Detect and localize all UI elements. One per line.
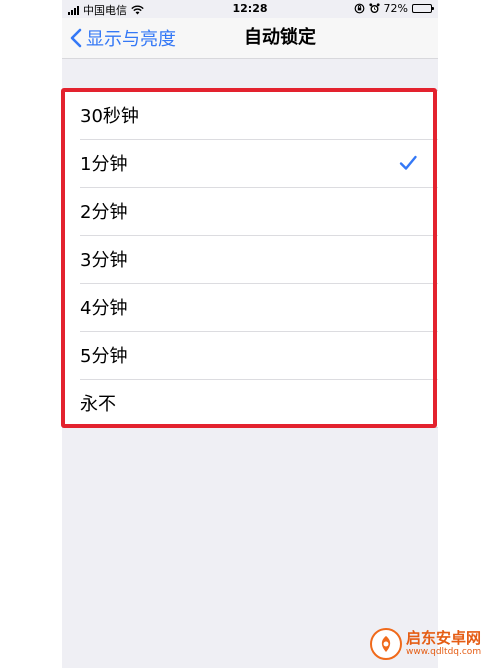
navigation-bar: 显示与亮度 自动锁定	[62, 18, 438, 59]
option-1-minute[interactable]: 1分钟	[62, 139, 438, 187]
option-label: 30秒钟	[80, 106, 139, 127]
rotation-lock-icon	[354, 3, 364, 14]
page-title: 自动锁定	[244, 27, 316, 48]
watermark: 启东安卓网 www.qdltdq.com	[370, 628, 481, 660]
auto-lock-options: 30秒钟 1分钟 2分钟 3分钟 4分钟 5分钟 永不	[62, 90, 438, 428]
battery-percent: 72%	[383, 2, 408, 15]
alarm-icon	[368, 3, 380, 13]
option-label: 5分钟	[80, 346, 128, 367]
option-never[interactable]: 永不	[62, 379, 438, 427]
option-2-minutes[interactable]: 2分钟	[62, 187, 438, 235]
option-5-minutes[interactable]: 5分钟	[62, 331, 438, 379]
checkmark-icon	[399, 155, 417, 170]
option-label: 1分钟	[80, 154, 128, 175]
option-30-seconds[interactable]: 30秒钟	[62, 91, 438, 139]
status-right: 72%	[354, 2, 434, 15]
option-label: 永不	[80, 394, 116, 415]
watermark-name: 启东安卓网	[406, 629, 482, 647]
watermark-url: www.qdltdq.com	[406, 647, 482, 657]
watermark-logo-icon	[370, 628, 402, 660]
status-bar: 中国电信 12:28 72%	[62, 0, 438, 18]
option-label: 4分钟	[80, 298, 128, 319]
option-label: 2分钟	[80, 202, 128, 223]
option-label: 3分钟	[80, 250, 128, 271]
option-4-minutes[interactable]: 4分钟	[62, 283, 438, 331]
option-3-minutes[interactable]: 3分钟	[62, 235, 438, 283]
phone-screen: 中国电信 12:28 72% 显示与亮度 自动锁定 30秒钟 1分钟 2分钟 3…	[62, 0, 438, 668]
battery-icon	[412, 4, 434, 13]
watermark-text: 启东安卓网 www.qdltdq.com	[406, 631, 481, 657]
